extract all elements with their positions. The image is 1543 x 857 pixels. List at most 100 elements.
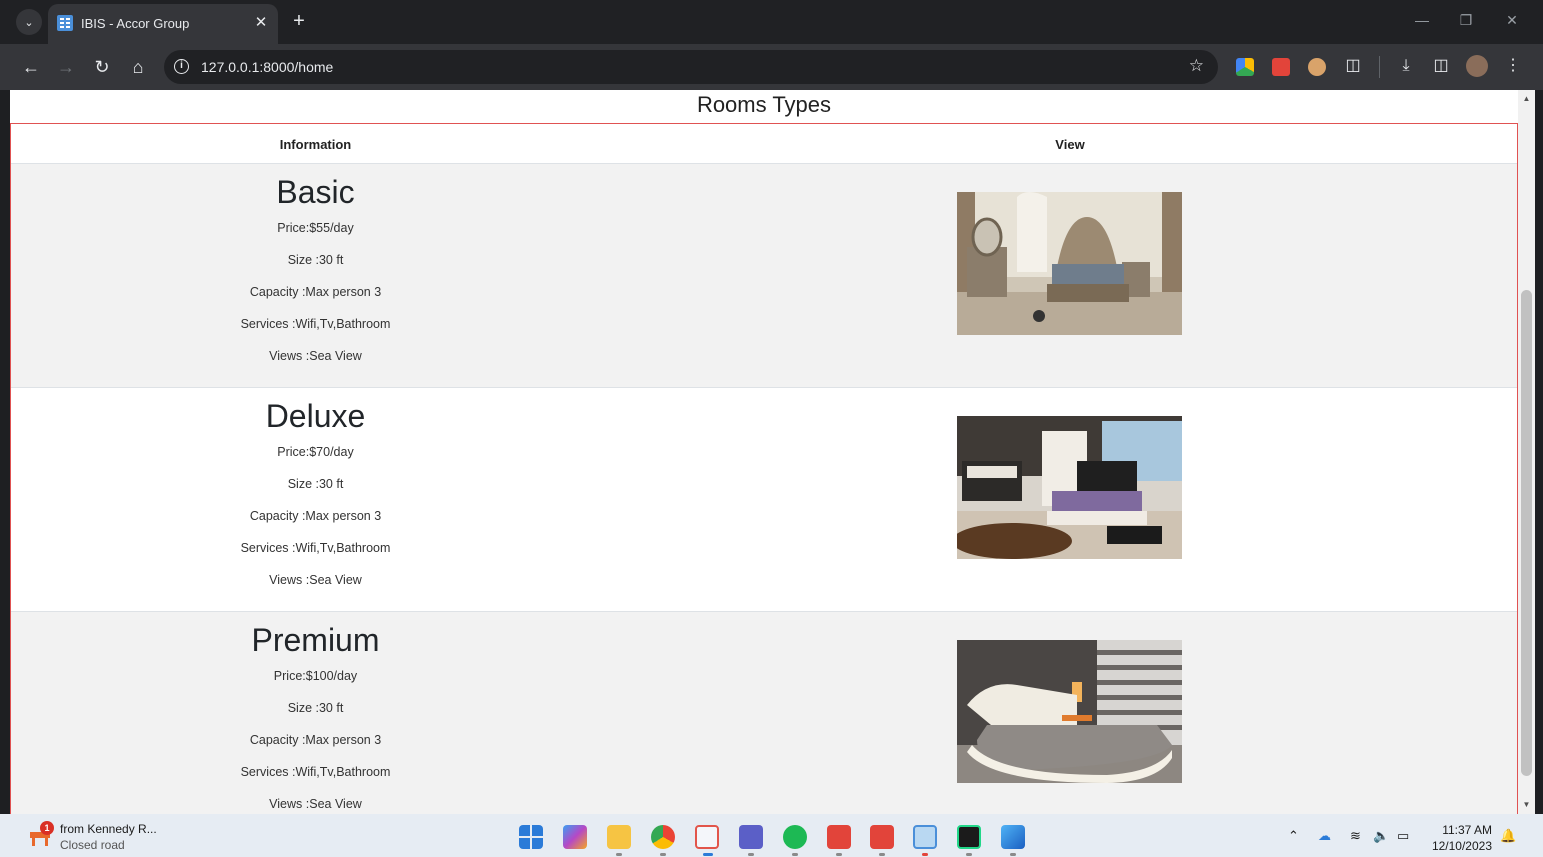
app-running-indicator: [660, 853, 666, 856]
clock-time: 11:37 AM: [1442, 823, 1492, 837]
room-photo-basic: [957, 192, 1182, 335]
rooms-table: Information View Basic Price:$55/day Siz…: [10, 123, 1518, 814]
scroll-down-arrow-icon[interactable]: ▼: [1518, 798, 1535, 812]
anydesk-second-icon[interactable]: [870, 825, 894, 849]
battery-icon[interactable]: ▭: [1397, 828, 1409, 844]
room-price: Price:$100/day: [273, 669, 358, 683]
toolbar-divider: [1379, 56, 1380, 78]
red-extension-icon[interactable]: [1272, 58, 1290, 76]
snipping-tool-icon[interactable]: [695, 825, 719, 849]
column-header-view: View: [1055, 137, 1085, 152]
web-page: Rooms Types Information View Basic Price…: [10, 90, 1518, 814]
new-tab-button[interactable]: +: [286, 9, 312, 35]
file-explorer-icon[interactable]: [607, 825, 631, 849]
site-info-icon[interactable]: i: [174, 59, 189, 74]
scrollbar-thumb[interactable]: [1521, 290, 1532, 776]
tray-chevron-up-icon[interactable]: ⌃: [1288, 828, 1299, 844]
notification-title[interactable]: from Kennedy R...: [60, 822, 157, 836]
room-price: Price:$70/day: [277, 445, 354, 459]
room-info-cell: Basic Price:$55/day Size :30 ft Capacity…: [11, 164, 620, 388]
extensions-puzzle-icon[interactable]: ◫: [1342, 55, 1364, 77]
app-running-indicator: [792, 853, 798, 856]
forward-arrow-icon[interactable]: →: [53, 54, 79, 80]
minimize-window-icon[interactable]: —: [1412, 12, 1432, 28]
table-row: Premium Price:$100/day Size :30 ft Capac…: [11, 612, 1517, 814]
app-running-indicator: [836, 853, 842, 856]
room-name: Basic: [276, 174, 355, 210]
room-views: Views :Sea View: [269, 797, 362, 811]
room-services: Services :Wifi,Tv,Bathroom: [240, 317, 391, 331]
room-photo-deluxe: [957, 416, 1182, 559]
room-price: Price:$55/day: [277, 221, 354, 235]
room-photo-premium: [957, 640, 1182, 783]
url-text[interactable]: 127.0.0.1:8000/home: [201, 59, 333, 75]
volume-icon[interactable]: 🔈: [1373, 828, 1389, 844]
reload-icon[interactable]: ↻: [89, 54, 115, 80]
room-views: Views :Sea View: [269, 349, 362, 363]
browser-chrome: ⌄ IBIS - Accor Group ✕ + — ❐ ✕ ← → ↻ ⌂ i…: [0, 0, 1543, 90]
notification-subtitle[interactable]: Closed road: [60, 838, 125, 852]
browser-menu-icon[interactable]: ⋮: [1502, 55, 1524, 77]
room-capacity: Capacity :Max person 3: [249, 733, 382, 747]
page-title: Rooms Types: [696, 92, 832, 117]
address-bar[interactable]: i 127.0.0.1:8000/home ☆: [164, 50, 1218, 84]
room-capacity: Capacity :Max person 3: [249, 509, 382, 523]
teams-icon[interactable]: [739, 825, 763, 849]
room-size: Size :30 ft: [287, 701, 344, 715]
profile-avatar[interactable]: [1466, 55, 1488, 77]
image-viewer-icon[interactable]: [1001, 825, 1025, 849]
side-panel-icon[interactable]: ◫: [1430, 55, 1452, 77]
notification-badge: 1: [40, 821, 54, 835]
tab-strip: ⌄ IBIS - Accor Group ✕ + — ❐ ✕: [0, 0, 1543, 44]
anydesk-icon[interactable]: [827, 825, 851, 849]
browser-tab[interactable]: IBIS - Accor Group ✕: [48, 4, 278, 44]
table-row: Deluxe Price:$70/day Size :30 ft Capacit…: [11, 388, 1517, 612]
windows-start-icon[interactable]: [519, 825, 543, 849]
home-icon[interactable]: ⌂: [125, 54, 151, 80]
column-header-information: Information: [279, 137, 352, 152]
room-size: Size :30 ft: [287, 477, 344, 491]
page-scrollbar[interactable]: ▲ ▼: [1518, 90, 1535, 814]
app-running-indicator: [616, 853, 622, 856]
room-name: Deluxe: [265, 398, 366, 434]
app-running-indicator: [879, 853, 885, 856]
close-window-icon[interactable]: ✕: [1502, 12, 1522, 29]
bookmark-star-icon[interactable]: ☆: [1189, 56, 1204, 76]
copilot-icon[interactable]: [563, 825, 587, 849]
tab-title: IBIS - Accor Group: [81, 16, 190, 31]
palette-extension-icon[interactable]: [1308, 58, 1326, 76]
photos-app-icon[interactable]: [913, 825, 937, 849]
app-active-indicator: [703, 853, 713, 856]
onedrive-cloud-icon[interactable]: ☁: [1318, 828, 1331, 844]
browser-toolbar: ← → ↻ ⌂ i 127.0.0.1:8000/home ☆ ◫ ⤓ ◫ ⋮: [0, 44, 1543, 90]
scroll-up-arrow-icon[interactable]: ▲: [1518, 92, 1535, 106]
tab-search-chevron-icon[interactable]: ⌄: [16, 9, 42, 35]
room-services: Services :Wifi,Tv,Bathroom: [240, 765, 391, 779]
room-info-cell: Premium Price:$100/day Size :30 ft Capac…: [11, 612, 620, 814]
pycharm-icon[interactable]: [957, 825, 981, 849]
windows-taskbar: 1 from Kennedy R... Closed road ⌃ ☁ ≋ 🔈 …: [0, 814, 1543, 857]
chrome-icon[interactable]: [651, 825, 675, 849]
close-tab-icon[interactable]: ✕: [252, 14, 270, 32]
taskbar-clock[interactable]: 11:37 AM 12/10/2023: [1424, 822, 1492, 854]
drive-extension-icon[interactable]: [1236, 58, 1254, 76]
room-services: Services :Wifi,Tv,Bathroom: [240, 541, 391, 555]
app-running-indicator: [922, 853, 928, 856]
window-edge: [1535, 90, 1543, 814]
table-row: Basic Price:$55/day Size :30 ft Capacity…: [11, 164, 1517, 388]
app-running-indicator: [1010, 853, 1016, 856]
table-header: Information View: [11, 124, 1517, 164]
app-running-indicator: [966, 853, 972, 856]
clock-date: 12/10/2023: [1431, 839, 1492, 853]
room-views: Views :Sea View: [269, 573, 362, 587]
room-capacity: Capacity :Max person 3: [249, 285, 382, 299]
back-arrow-icon[interactable]: ←: [18, 54, 44, 80]
spotify-icon[interactable]: [783, 825, 807, 849]
app-running-indicator: [748, 853, 754, 856]
room-info-cell: Deluxe Price:$70/day Size :30 ft Capacit…: [11, 388, 620, 612]
notification-bell-icon[interactable]: 🔔: [1500, 828, 1516, 844]
wifi-icon[interactable]: ≋: [1350, 828, 1361, 844]
room-size: Size :30 ft: [287, 253, 344, 267]
download-icon[interactable]: ⤓: [1395, 55, 1417, 77]
restore-window-icon[interactable]: ❐: [1456, 12, 1476, 29]
